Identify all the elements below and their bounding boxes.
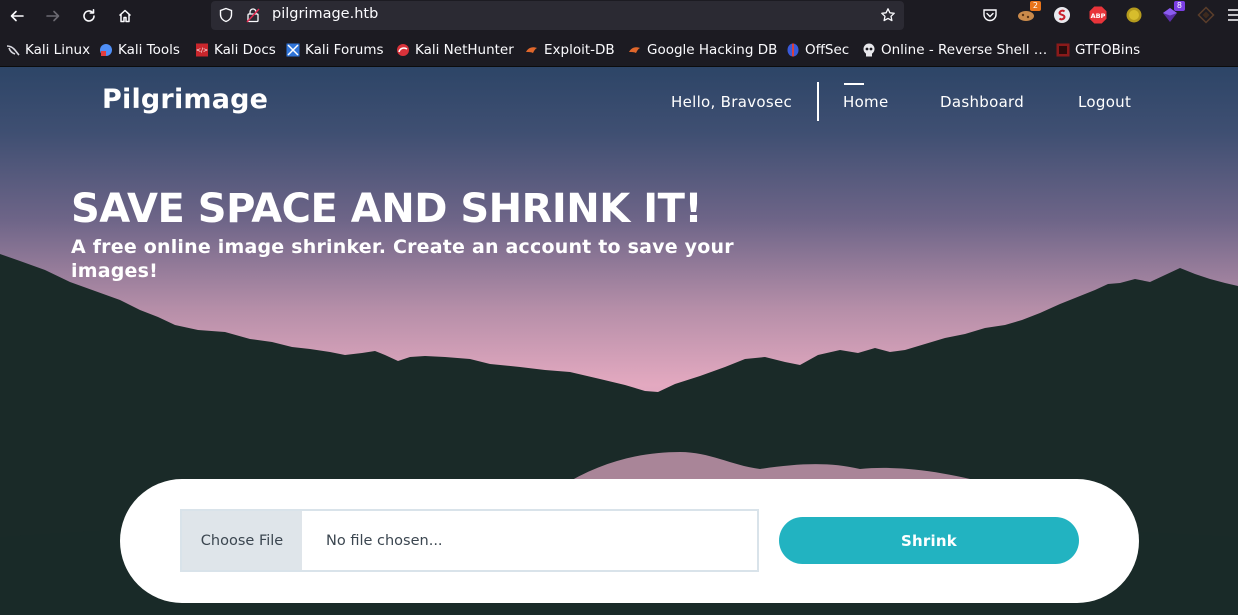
active-nav-indicator: [844, 83, 864, 85]
adblock-plus-icon[interactable]: ABP: [1088, 5, 1108, 25]
bookmark-label: Kali Docs: [214, 42, 276, 58]
hero-subtitle: A free online image shrinker. Create an …: [71, 236, 734, 282]
bookmark-offsec[interactable]: OffSec: [786, 41, 849, 59]
exploit-db-icon: [526, 47, 537, 53]
file-status: No file chosen...: [326, 532, 443, 549]
hackbar-icon[interactable]: [1196, 5, 1216, 25]
skull-icon: [863, 43, 875, 57]
extension-yellow-icon[interactable]: [1124, 5, 1144, 25]
bookmarks-bar: Kali Linux Kali Tools </> Kali Docs Kali…: [0, 32, 1238, 67]
kali-forums-icon: [286, 43, 300, 57]
file-input[interactable]: Choose File No file chosen...: [180, 509, 759, 572]
forward-arrow-icon[interactable]: [40, 3, 66, 29]
cookie-editor-icon[interactable]: 2: [1016, 1, 1041, 25]
bookmark-kali-docs[interactable]: </> Kali Docs: [195, 41, 276, 59]
nav-home[interactable]: Home: [843, 93, 889, 111]
bookmark-reverse-shell[interactable]: Online - Reverse Shell …: [862, 41, 1047, 59]
bookmark-star-icon[interactable]: [880, 7, 896, 23]
gtfobins-icon: [1056, 43, 1070, 57]
url-bar[interactable]: pilgrimage.htb: [211, 1, 904, 30]
bookmark-gtfobins[interactable]: GTFOBins: [1056, 41, 1140, 59]
bookmark-label: OffSec: [805, 42, 850, 58]
nav-dashboard[interactable]: Dashboard: [940, 93, 1024, 111]
bookmark-label: Online - Reverse Shell …: [881, 42, 1048, 58]
offsec-icon: [787, 43, 799, 57]
nethunter-icon: [397, 44, 409, 56]
bookmark-label: Exploit-DB: [544, 42, 615, 58]
adblock-plus-label: ABP: [1091, 12, 1106, 20]
bookmark-kali-nethunter[interactable]: Kali NetHunter: [396, 41, 514, 59]
hero-title: SAVE SPACE AND SHRINK IT!: [71, 186, 703, 232]
bookmark-label: Kali Linux: [25, 42, 91, 58]
insecure-lock-icon[interactable]: [245, 7, 261, 23]
kali-tools-icon: [100, 44, 112, 56]
bookmark-label: Google Hacking DB: [647, 42, 778, 58]
ghdb-icon: [629, 47, 640, 53]
url-text[interactable]: pilgrimage.htb: [272, 6, 378, 22]
nav-divider: [817, 82, 819, 121]
page-viewport: Pilgrimage Hello, Bravosec Home Dashboar…: [0, 67, 1238, 615]
shrink-button[interactable]: Shrink: [779, 517, 1079, 564]
bookmark-label: Kali NetHunter: [415, 42, 514, 58]
wappalyzer-badge: 8: [1173, 1, 1185, 11]
bookmark-kali-tools[interactable]: Kali Tools: [99, 41, 180, 59]
reload-icon[interactable]: [76, 3, 102, 29]
brand-logo[interactable]: Pilgrimage: [102, 84, 268, 115]
bookmark-exploit-db[interactable]: Exploit-DB: [525, 41, 615, 59]
pocket-icon[interactable]: [980, 5, 1000, 25]
svg-text:</>: </>: [196, 47, 208, 54]
bookmark-google-hacking-db[interactable]: Google Hacking DB: [628, 41, 777, 59]
bookmark-kali-linux[interactable]: Kali Linux: [6, 41, 90, 59]
bookmark-label: GTFOBins: [1075, 42, 1141, 58]
upload-card: Choose File No file chosen... Shrink: [120, 479, 1139, 603]
nav-logout[interactable]: Logout: [1078, 93, 1131, 111]
back-arrow-icon[interactable]: [4, 3, 30, 29]
browser-toolbar: pilgrimage.htb 2 ABP 8: [0, 0, 1238, 32]
wappalyzer-icon[interactable]: 8: [1160, 1, 1185, 25]
user-greeting: Hello, Bravosec: [671, 93, 793, 111]
choose-file-button[interactable]: Choose File: [182, 511, 302, 570]
home-icon[interactable]: [112, 3, 138, 29]
bookmark-label: Kali Tools: [118, 42, 180, 58]
bookmark-kali-forums[interactable]: Kali Forums: [286, 41, 384, 59]
app-menu-icon[interactable]: [1228, 5, 1238, 25]
foxyproxy-icon[interactable]: [1052, 5, 1072, 25]
cookie-editor-badge: 2: [1029, 1, 1041, 11]
kali-docs-icon: </>: [196, 43, 208, 57]
bookmark-label: Kali Forums: [305, 42, 384, 58]
kali-dragon-icon: [6, 45, 20, 56]
tracking-shield-icon[interactable]: [218, 7, 234, 23]
